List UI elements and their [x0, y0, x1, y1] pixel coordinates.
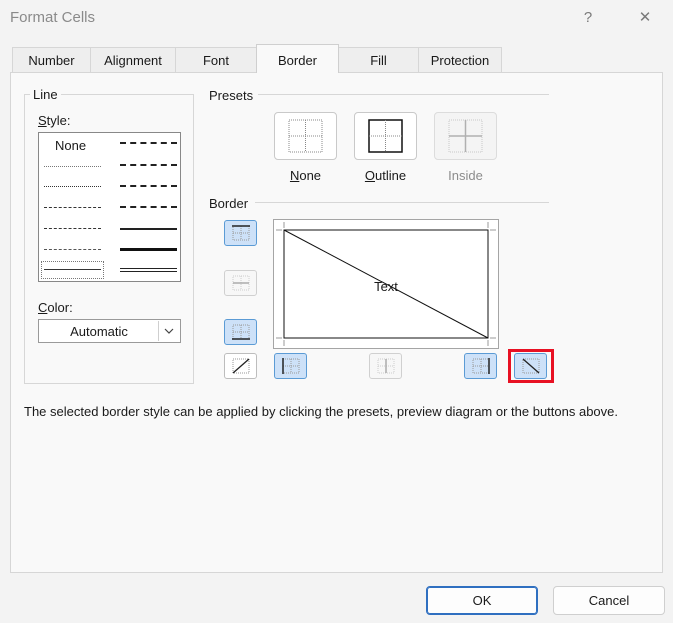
- style-medium[interactable]: [120, 228, 177, 230]
- style-double[interactable]: [120, 268, 177, 272]
- preview-text: Text: [374, 279, 398, 294]
- color-dropdown[interactable]: Automatic: [38, 319, 181, 343]
- border-bottom-icon: [231, 324, 250, 340]
- color-value: Automatic: [70, 324, 128, 339]
- style-slanted-dash-dot[interactable]: [120, 164, 177, 166]
- window-title: Format Cells: [10, 9, 96, 26]
- style-medium-dashed[interactable]: [120, 206, 177, 208]
- line-style-list[interactable]: None: [38, 132, 181, 282]
- tab-protection[interactable]: Protection: [418, 47, 502, 72]
- close-icon: ✕: [638, 9, 652, 26]
- chevron-down-icon[interactable]: [158, 321, 179, 341]
- color-label: Color:: [38, 300, 73, 315]
- style-dashed-thin[interactable]: [44, 249, 101, 250]
- border-inside-horizontal-button[interactable]: [224, 270, 257, 296]
- tab-fill[interactable]: Fill: [338, 47, 419, 72]
- presets-divider: [258, 94, 549, 95]
- border-preview[interactable]: Text: [273, 219, 499, 349]
- line-group-label: Line: [30, 87, 61, 102]
- preset-outline-button[interactable]: [354, 112, 417, 160]
- style-medium-dash-dot-dot[interactable]: [120, 142, 177, 144]
- style-medium-dash-dot[interactable]: [120, 185, 177, 187]
- preset-none-label: None: [289, 168, 322, 183]
- border-diagonal-down-button[interactable]: [514, 353, 547, 379]
- style-thick[interactable]: [120, 248, 177, 251]
- style-none[interactable]: None: [55, 138, 86, 153]
- border-top-icon: [231, 225, 250, 241]
- preset-inside-icon: [448, 119, 483, 153]
- preset-none-icon: [288, 119, 323, 153]
- style-thin-selected[interactable]: [41, 261, 104, 279]
- style-dotted[interactable]: [44, 186, 101, 187]
- preset-none-button[interactable]: [274, 112, 337, 160]
- border-left-button[interactable]: [274, 353, 307, 379]
- diagonal-up-icon: [232, 358, 249, 374]
- hint-text: The selected border style can be applied…: [24, 404, 619, 419]
- border-right-button[interactable]: [464, 353, 497, 379]
- border-top-button[interactable]: [224, 220, 257, 246]
- border-diagonal-up-button[interactable]: [224, 353, 257, 379]
- cancel-button[interactable]: Cancel: [553, 586, 665, 615]
- border-right-icon: [472, 358, 490, 374]
- border-label: Border: [209, 196, 249, 211]
- tab-font[interactable]: Font: [175, 47, 257, 72]
- preset-outline-icon: [368, 119, 403, 153]
- diagonal-down-icon: [522, 358, 539, 374]
- border-inside-vertical-icon: [377, 358, 394, 374]
- border-inside-horizontal-icon: [232, 275, 249, 291]
- tab-alignment[interactable]: Alignment: [90, 47, 176, 72]
- tab-number[interactable]: Number: [12, 47, 91, 72]
- style-dash-dot-thin[interactable]: [44, 228, 101, 229]
- border-inside-vertical-button[interactable]: [369, 353, 402, 379]
- preset-inside-button[interactable]: [434, 112, 497, 160]
- tab-border[interactable]: Border: [256, 44, 339, 73]
- style-dash-dot-dot-thin[interactable]: [44, 207, 101, 208]
- style-label: Style:: [38, 113, 71, 128]
- help-button[interactable]: ?: [570, 4, 606, 30]
- style-hairline[interactable]: [44, 166, 101, 167]
- presets-label: Presets: [209, 88, 254, 103]
- preset-outline-label: Outline: [364, 168, 407, 183]
- border-left-icon: [281, 358, 299, 374]
- preset-inside-label: Inside: [448, 168, 483, 183]
- close-button[interactable]: ✕: [627, 4, 663, 30]
- ok-button[interactable]: OK: [426, 586, 538, 615]
- border-divider: [255, 202, 549, 203]
- border-bottom-button[interactable]: [224, 319, 257, 345]
